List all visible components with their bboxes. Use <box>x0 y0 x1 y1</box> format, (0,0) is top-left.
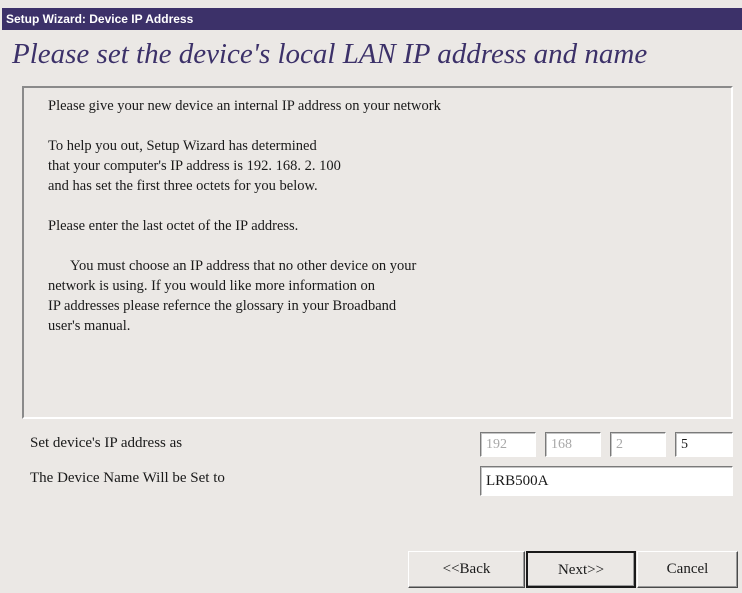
page-title: Please set the device's local LAN IP add… <box>12 38 648 70</box>
info-line: IP addresses please refernce the glossar… <box>48 298 397 314</box>
device-name-input[interactable]: LRB500A <box>480 466 733 496</box>
info-line: Please enter the last octet of the IP ad… <box>48 218 299 234</box>
info-line: Please give your new device an internal … <box>48 98 441 114</box>
ip-octet-1-field: 192 <box>480 432 536 457</box>
info-line: user's manual. <box>48 318 131 334</box>
cancel-button[interactable]: Cancel <box>637 551 738 588</box>
ip-octet-4-input[interactable]: 5 <box>675 432 733 457</box>
info-line: To help you out, Setup Wizard has determ… <box>48 138 317 154</box>
info-line: and has set the first three octets for y… <box>48 178 318 194</box>
window-title-bar: Setup Wizard: Device IP Address <box>2 8 742 30</box>
next-button[interactable]: Next>> <box>526 551 636 588</box>
window-title: Setup Wizard: Device IP Address <box>6 12 194 26</box>
info-line: You must choose an IP address that no ot… <box>70 258 417 274</box>
back-button[interactable]: <<Back <box>408 551 525 588</box>
device-name-label: The Device Name Will be Set to <box>30 470 225 486</box>
ip-address-label: Set device's IP address as <box>30 435 183 451</box>
info-line: that your computer's IP address is 192. … <box>48 158 341 174</box>
ip-octet-2-field: 168 <box>545 432 601 457</box>
info-line: network is using. If you would like more… <box>48 278 376 294</box>
ip-octet-3-field: 2 <box>610 432 666 457</box>
info-panel: Please give your new device an internal … <box>22 86 733 419</box>
